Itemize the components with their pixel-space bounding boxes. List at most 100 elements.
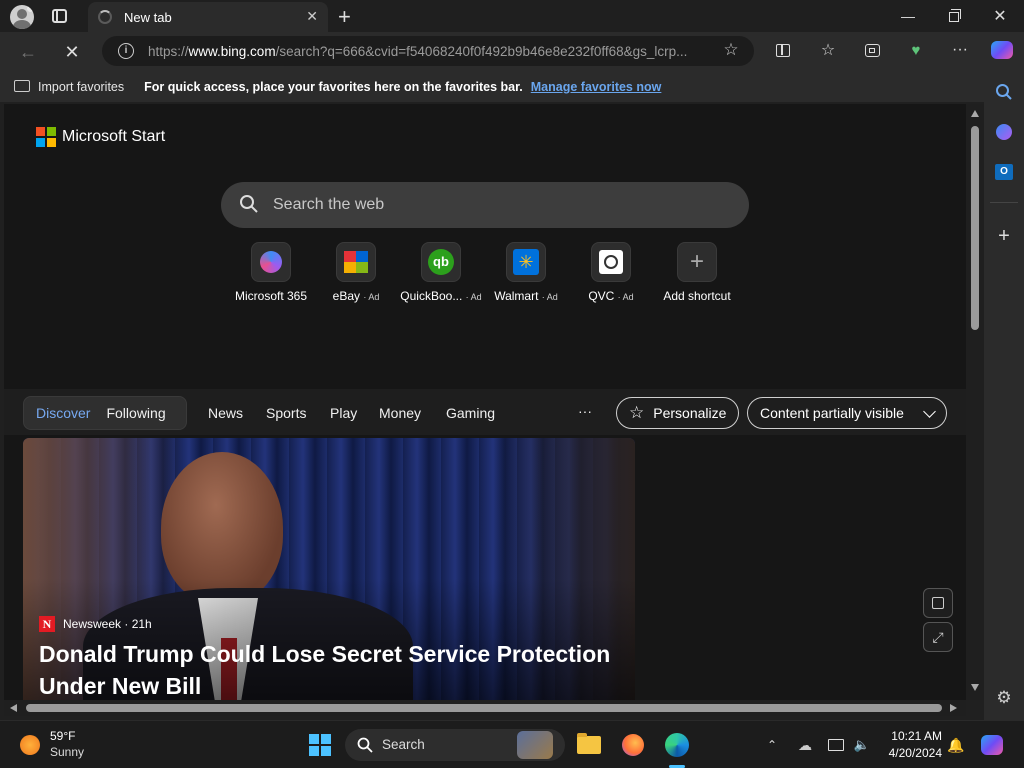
nav-gaming[interactable]: Gaming [446,405,495,421]
search-icon [357,737,373,753]
background-image-button[interactable] [923,588,953,618]
loading-spinner-icon [98,10,112,24]
address-bar[interactable]: https://www.bing.com/search?q=666&cvid=f… [102,36,754,66]
stop-loading-icon[interactable]: ✕ [60,40,84,64]
ad-tag: · Ad [465,292,482,302]
file-explorer-icon[interactable] [575,731,603,759]
navigation-toolbar: ← ✕ https://www.bing.com/search?q=666&cv… [0,32,1024,72]
expand-arrows-icon: ⤢ [932,628,944,645]
ad-tag: · Ad [363,292,380,302]
notification-bell-icon[interactable]: 🔔 [942,731,970,759]
scroll-down-arrow-icon[interactable] [971,684,979,691]
ad-tag: · Ad [617,292,634,302]
story-source: N Newsweek · 21h [39,616,152,632]
search-icon[interactable] [992,80,1016,104]
firefox-icon[interactable] [619,731,647,759]
shortcut-ebay[interactable]: eBay · Ad [311,242,401,303]
collections-icon[interactable] [860,38,884,62]
back-arrow-icon[interactable]: ← [16,40,40,64]
horizontal-scrollbar[interactable] [4,700,966,716]
weather-condition: Sunny [50,745,85,759]
quickbooks-icon: qb [428,249,454,275]
browser-essentials-icon[interactable]: ♥ [904,38,928,62]
plus-icon: + [689,248,704,275]
nav-money[interactable]: Money [379,405,421,421]
shortcut-label: Walmart [494,289,539,303]
shortcut-label: QVC [588,289,615,303]
shortcut-quickbooks[interactable]: qb QuickBoo... · Ad [396,242,486,303]
manage-favorites-link[interactable]: Manage favorites now [531,80,662,94]
windows-taskbar: 59°F Sunny Search ⌃ ☁ 🔈 10:21 AM 4/20/20… [0,720,1024,768]
close-tab-icon[interactable]: ✕ [306,8,318,25]
onedrive-offline-icon[interactable]: ☁ [791,731,819,759]
story-headline[interactable]: Donald Trump Could Lose Secret Service P… [39,638,619,700]
feed-mode-toggle: Discover Following [23,396,187,430]
search-highlight-icon [517,731,553,759]
microsoft-365-icon [260,251,282,273]
site-info-icon[interactable]: i [118,43,134,59]
outlook-icon[interactable]: O [992,160,1016,184]
shortcut-label: Add shortcut [663,289,731,303]
taskbar-search[interactable]: Search [345,729,565,761]
favorite-star-icon[interactable]: ☆ [719,38,743,62]
import-favorites-button[interactable]: Import favorites [38,80,124,94]
tab-actions-icon[interactable] [52,9,67,23]
add-sidebar-app-icon[interactable]: + [992,224,1016,248]
show-hidden-icons-chevron-icon[interactable]: ⌃ [758,731,786,759]
new-tab-button[interactable]: + [338,4,351,30]
clock-time[interactable]: 10:21 AM [886,729,942,743]
shortcut-microsoft-365[interactable]: Microsoft 365 [226,242,316,303]
import-folder-icon [14,80,30,92]
scroll-thumb[interactable] [971,126,979,330]
content-visibility-dropdown[interactable]: Content partially visible [747,397,947,429]
scroll-up-arrow-icon[interactable] [971,110,979,117]
clock-date[interactable]: 4/20/2024 [880,746,942,760]
nav-play[interactable]: Play [330,405,357,421]
search-icon [240,195,258,213]
sidebar-settings-icon[interactable]: ⚙ [992,686,1016,710]
microsoft-start-logo[interactable]: Microsoft Start [36,127,165,147]
nav-sports[interactable]: Sports [266,405,306,421]
settings-more-icon[interactable]: ··· [948,38,972,62]
sidebar-divider [990,202,1018,203]
close-window-button[interactable]: ✕ [980,4,1020,28]
vertical-scrollbar[interactable] [966,104,984,700]
shortcut-label: Microsoft 365 [234,289,308,303]
personalize-button[interactable]: ☆ Personalize [616,397,739,429]
profile-avatar[interactable] [10,5,34,29]
scroll-right-arrow-icon[interactable] [950,704,957,712]
scroll-thumb[interactable] [26,704,942,712]
volume-muted-icon[interactable]: 🔈 [848,731,876,759]
shortcut-label: QuickBoo... [400,289,463,303]
copilot-sidebar-icon[interactable] [992,120,1016,144]
feed-navigation: Discover Following News Sports Play Mone… [4,389,966,435]
split-screen-icon[interactable] [771,38,795,62]
start-button[interactable] [306,731,334,759]
windows-logo-icon [309,734,331,756]
copilot-taskbar-icon[interactable] [978,731,1006,759]
network-icon[interactable] [822,731,850,759]
tab-title: New tab [124,9,172,25]
restore-button[interactable] [934,4,974,28]
tab-discover[interactable]: Discover [36,405,90,421]
web-search-box[interactable]: Search the web [221,182,749,228]
nav-news[interactable]: News [208,405,243,421]
shortcut-walmart[interactable]: ✳ Walmart · Ad [481,242,571,303]
personalize-label: Personalize [653,405,727,421]
scroll-left-arrow-icon[interactable] [10,704,17,712]
shortcut-qvc[interactable]: QVC · Ad [566,242,656,303]
newsweek-logo-icon: N [39,616,55,632]
expand-button[interactable]: ⤢ [923,622,953,652]
minimize-button[interactable]: — [888,4,928,28]
tab-following[interactable]: Following [106,405,165,421]
weather-widget[interactable]: 59°F Sunny [18,729,98,761]
favorites-icon[interactable]: ☆ [816,38,840,62]
hero-news-card[interactable]: N Newsweek · 21h Donald Trump Could Lose… [23,438,635,700]
ebay-bag-icon [344,251,368,273]
active-tab[interactable]: New tab ✕ [88,2,328,32]
more-nav-button[interactable]: ··· [578,403,592,419]
edge-taskbar-icon[interactable] [663,731,691,759]
add-shortcut-button[interactable]: + Add shortcut [652,242,742,303]
edge-sidebar: O + ⚙ [984,72,1024,720]
copilot-icon[interactable] [988,36,1016,64]
